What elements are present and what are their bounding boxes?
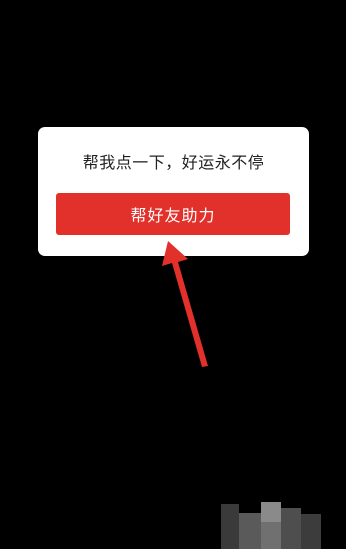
dialog-message: 帮我点一下，好运永不停 (82, 153, 265, 172)
help-friend-button[interactable]: 帮好友助力 (56, 193, 290, 235)
red-arrow-icon (162, 241, 208, 367)
screen: 帮我点一下，好运永不停 帮好友助力 (0, 0, 346, 549)
blurred-watermark (221, 496, 321, 549)
help-dialog: 帮我点一下，好运永不停 帮好友助力 (38, 127, 309, 256)
